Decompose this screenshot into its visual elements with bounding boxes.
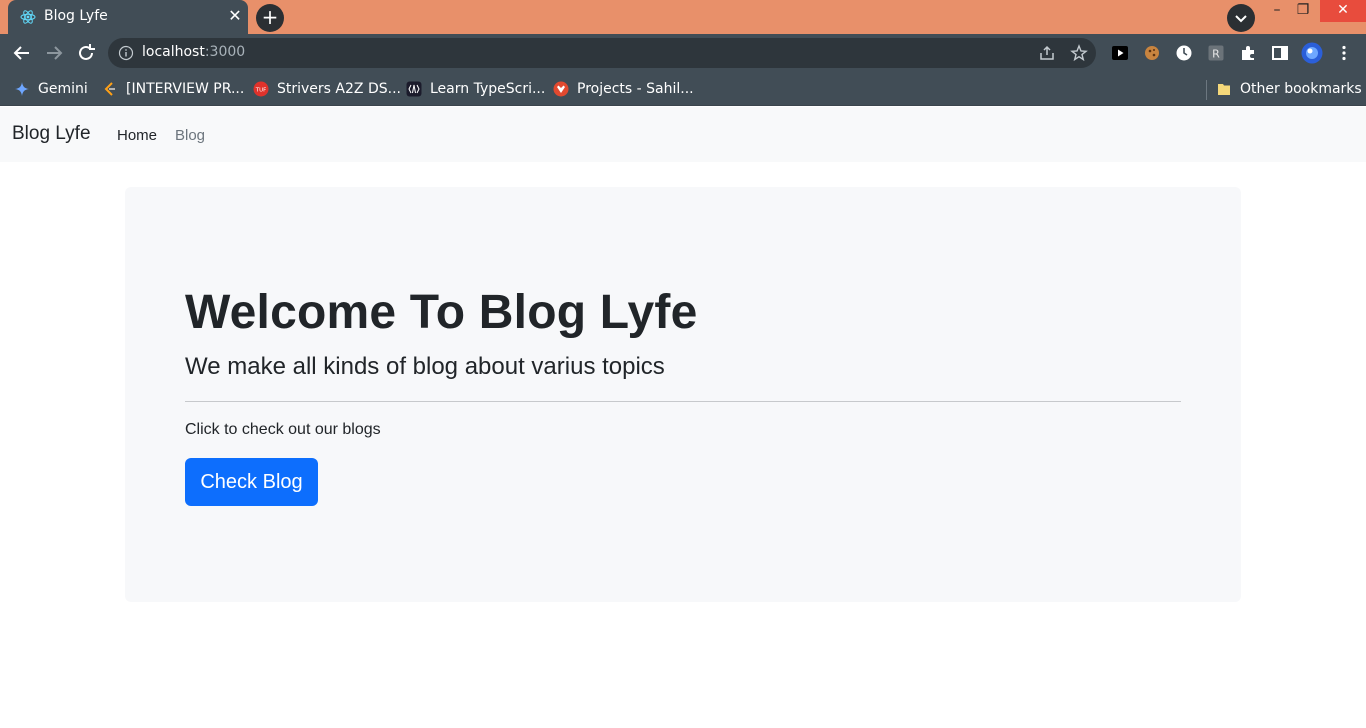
bookmark-label: [INTERVIEW PR... — [126, 81, 245, 97]
tab-search-button[interactable] — [1227, 4, 1255, 32]
svg-text:R: R — [1212, 48, 1220, 61]
active-tab[interactable]: Blog Lyfe ✕ — [8, 0, 248, 34]
other-bookmarks[interactable]: Other bookmarks — [1216, 79, 1362, 99]
bookmark-typescript[interactable]: Learn TypeScri... — [406, 79, 545, 99]
clock-extension-icon[interactable] — [1174, 43, 1194, 63]
react-icon — [20, 10, 36, 24]
navbar-brand[interactable]: Blog Lyfe — [12, 123, 91, 145]
url-port: :3000 — [204, 44, 246, 60]
menu-kebab-icon[interactable] — [1334, 43, 1354, 63]
check-blog-button[interactable]: Check Blog — [185, 458, 318, 506]
chevron-down-icon — [1235, 15, 1247, 23]
bookmark-label: Projects - Sahil... — [577, 81, 694, 97]
site-navbar: Blog Lyfe Home Blog — [0, 107, 1366, 162]
profile-avatar-icon[interactable] — [1301, 42, 1323, 64]
svg-text:TUF: TUF — [255, 88, 267, 94]
hero-subtitle: We make all kinds of blog about varius t… — [185, 353, 665, 380]
window-close-button[interactable]: ✕ — [1320, 0, 1366, 22]
hero-text: Click to check out our blogs — [185, 421, 381, 438]
forward-arrow-icon[interactable] — [43, 42, 65, 64]
bookmark-label: Learn TypeScri... — [430, 81, 546, 97]
close-tab-icon[interactable]: ✕ — [226, 7, 244, 25]
bookmark-label: Strivers A2Z DS... — [277, 81, 401, 97]
info-icon[interactable] — [118, 45, 134, 61]
puzzle-extensions-icon[interactable] — [1238, 43, 1258, 63]
typescript-icon — [406, 81, 422, 97]
share-icon[interactable] — [1038, 44, 1056, 62]
side-panel-icon[interactable] — [1270, 43, 1290, 63]
bookmark-projects[interactable]: Projects - Sahil... — [553, 79, 694, 99]
gemini-icon — [15, 82, 29, 96]
bookmark-gemini[interactable]: Gemini — [14, 79, 88, 99]
reload-icon[interactable] — [75, 42, 97, 64]
url-host: localhost — [142, 44, 205, 60]
folder-icon — [1218, 84, 1230, 95]
hero-title: Welcome To Blog Lyfe — [185, 286, 698, 339]
r-extension-icon[interactable]: R — [1206, 43, 1226, 63]
youtube-extension-icon[interactable] — [1110, 43, 1130, 63]
browser-tab-strip: Blog Lyfe ✕ + – ❐ ✕ — [0, 0, 1366, 34]
leetcode-icon — [104, 82, 115, 96]
bookmarks-separator — [1206, 80, 1207, 100]
nav-link-home[interactable]: Home — [117, 127, 157, 144]
bookmark-strivers[interactable]: TUF Strivers A2Z DS... — [253, 79, 401, 99]
gitlab-icon — [553, 81, 569, 97]
tab-title: Blog Lyfe — [44, 8, 108, 24]
other-bookmarks-label: Other bookmarks — [1240, 81, 1362, 97]
nav-link-blog[interactable]: Blog — [175, 127, 205, 144]
tuf-icon: TUF — [253, 81, 269, 97]
cookie-extension-icon[interactable] — [1142, 43, 1162, 63]
bookmark-star-icon[interactable] — [1070, 44, 1088, 62]
url-text: localhost:3000 — [142, 44, 245, 60]
back-arrow-icon[interactable] — [11, 42, 33, 64]
divider — [185, 401, 1181, 402]
hero-jumbotron: Welcome To Blog Lyfe We make all kinds o… — [125, 187, 1241, 602]
address-bar[interactable]: localhost:3000 — [108, 38, 1096, 68]
bookmark-interview[interactable]: [INTERVIEW PR... — [102, 79, 244, 99]
bookmark-label: Gemini — [38, 81, 88, 97]
new-tab-button[interactable]: + — [256, 4, 284, 32]
